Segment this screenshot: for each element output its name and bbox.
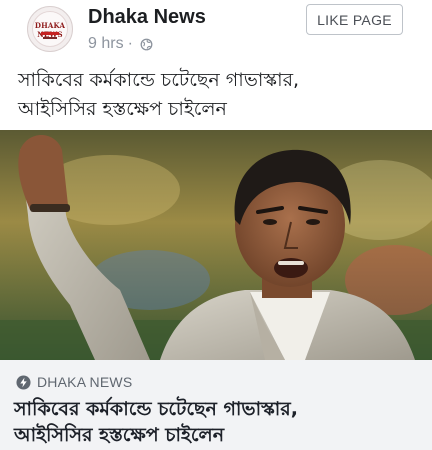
link-title-line-1: সাকিবের কর্মকান্ডে চটেছেন গাভাস্কার,	[14, 398, 298, 420]
caption-line-2: আইসিসির হস্তক্ষেপ চাইলেন	[18, 98, 227, 120]
page-name-link[interactable]: Dhaka News	[88, 6, 206, 29]
link-title-line-2: আইসিসির হস্তক্ষেপ চাইলেন	[14, 424, 225, 446]
photo-illustration	[0, 130, 432, 360]
meta-separator: ·	[127, 35, 133, 52]
avatar-logo-bar-small	[43, 37, 57, 39]
post-caption: সাকিবের কর্মকান্ডে চটেছেন গাভাস্কার, আইস…	[18, 66, 418, 124]
facebook-post: DHAKA NEWS Dhaka News 9 hrs · LIKE PAGE …	[0, 0, 432, 450]
post-header: DHAKA NEWS Dhaka News 9 hrs · LIKE PAGE	[0, 0, 432, 62]
like-page-button[interactable]: LIKE PAGE	[306, 4, 403, 35]
link-title[interactable]: সাকিবের কর্মকান্ডে চটেছেন গাভাস্কার, আইস…	[14, 396, 424, 448]
link-source: DHAKA NEWS	[16, 374, 132, 390]
avatar-logo-bar	[41, 32, 59, 35]
post-meta: 9 hrs ·	[88, 35, 153, 53]
post-photo[interactable]	[0, 130, 432, 360]
link-preview[interactable]: DHAKA NEWS সাকিবের কর্মকান্ডে চটেছেন গাভ…	[0, 360, 432, 450]
post-timestamp[interactable]: 9 hrs	[88, 35, 124, 53]
page-avatar[interactable]: DHAKA NEWS	[27, 6, 73, 52]
globe-icon	[140, 38, 153, 50]
bolt-circle-icon	[16, 374, 31, 390]
link-source-label: DHAKA NEWS	[37, 374, 133, 390]
caption-line-1: সাকিবের কর্মকান্ডে চটেছেন গাভাস্কার,	[18, 69, 300, 91]
